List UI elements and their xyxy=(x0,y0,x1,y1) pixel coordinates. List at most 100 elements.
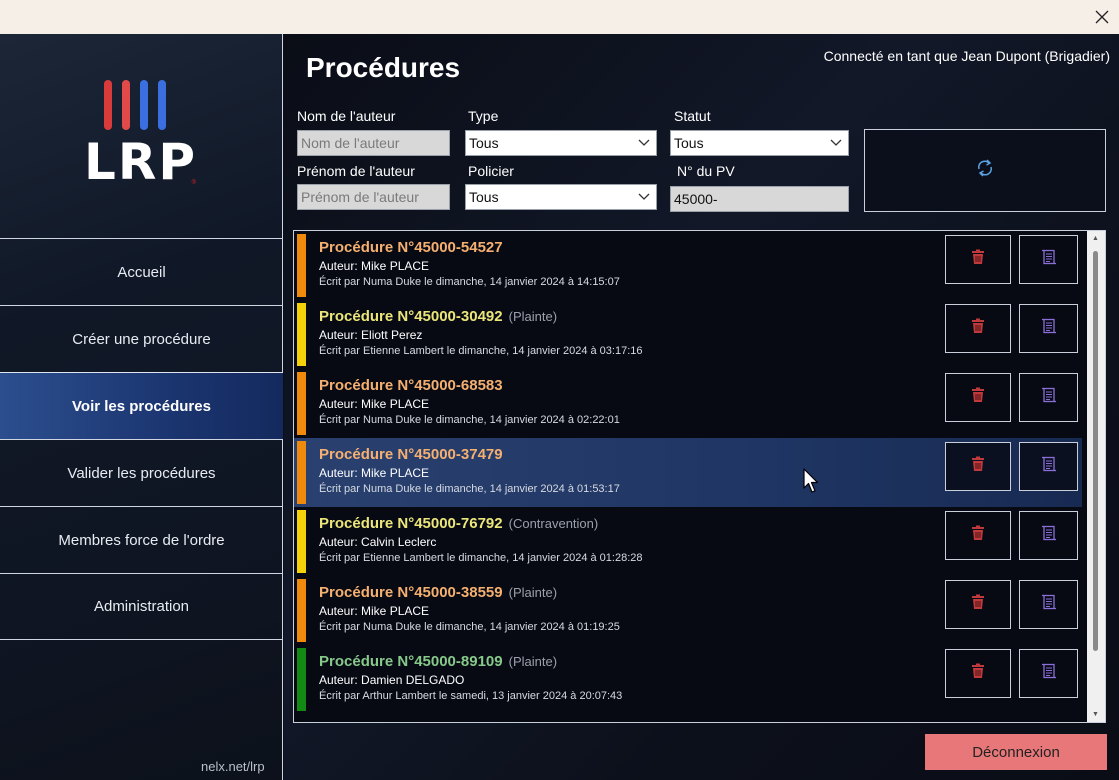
status-color-bar xyxy=(297,372,306,435)
policier-label: Policier xyxy=(468,163,514,179)
footer-link[interactable]: nelx.net/lrp xyxy=(201,759,265,774)
delete-procedure-button[interactable] xyxy=(945,373,1011,422)
trash-icon xyxy=(971,249,985,270)
scrollbar-thumb[interactable] xyxy=(1093,251,1098,651)
document-icon xyxy=(1041,525,1057,546)
author-firstname-label: Prénom de l'auteur xyxy=(297,163,415,179)
procedure-row[interactable]: Procédure N°45000-68583 Auteur: Mike PLAC… xyxy=(294,369,1082,438)
chevron-down-icon xyxy=(830,135,842,152)
status-color-bar xyxy=(297,234,306,297)
trash-icon xyxy=(971,525,985,546)
document-icon xyxy=(1041,249,1057,270)
sidebar-item-label: Valider les procédures xyxy=(67,464,216,482)
procedure-row[interactable]: Procédure N°45000-89109 (Plainte) Auteur: … xyxy=(294,645,1082,714)
sidebar-item-2[interactable]: Voir les procédures xyxy=(0,372,283,439)
sidebar-item-label: Accueil xyxy=(117,263,166,281)
trash-icon xyxy=(971,594,985,615)
sidebar-item-5[interactable]: Administration xyxy=(0,573,283,640)
procedure-written-by: Écrit par Numa Duke le dimanche, 14 janv… xyxy=(319,276,620,288)
procedure-written-by: Écrit par Numa Duke le dimanche, 14 janv… xyxy=(319,483,620,495)
policier-select-value: Tous xyxy=(469,189,499,205)
close-icon[interactable] xyxy=(1085,0,1119,34)
scroll-down-icon[interactable]: ▼ xyxy=(1092,711,1099,718)
logo-bar xyxy=(158,80,166,130)
window-titlebar xyxy=(0,0,1119,34)
procedure-row[interactable]: Procédure N°45000-37479 Auteur: Mike PLAC… xyxy=(294,438,1082,507)
view-procedure-button[interactable] xyxy=(1019,304,1078,353)
lrp-logo: LRP ® xyxy=(84,80,200,190)
procedure-title: Procédure N°45000-76792 (Contravention) xyxy=(319,515,598,532)
procedure-number: Procédure N°45000-37479 xyxy=(319,446,503,463)
mouse-cursor-icon xyxy=(803,468,819,499)
procedure-number: Procédure N°45000-89109 xyxy=(319,653,503,670)
sidebar-item-label: Membres force de l'ordre xyxy=(58,531,225,549)
sidebar-item-1[interactable]: Créer une procédure xyxy=(0,305,283,372)
procedure-number: Procédure N°45000-38559 xyxy=(319,584,503,601)
status-color-bar xyxy=(297,648,306,711)
status-color-bar xyxy=(297,510,306,573)
procedure-author: Auteur: Damien DELGADO xyxy=(319,673,465,687)
delete-procedure-button[interactable] xyxy=(945,235,1011,284)
page-title: Procédures xyxy=(306,52,461,83)
logo-text: LRP xyxy=(84,133,198,191)
procedure-type: (Plainte) xyxy=(508,585,558,600)
delete-procedure-button[interactable] xyxy=(945,649,1011,698)
view-procedure-button[interactable] xyxy=(1019,235,1078,284)
procedure-type: (Plainte) xyxy=(508,654,558,669)
delete-procedure-button[interactable] xyxy=(945,442,1011,491)
sidebar-item-4[interactable]: Membres force de l'ordre xyxy=(0,506,283,573)
logo-bars xyxy=(104,80,200,130)
procedure-written-by: Écrit par Etienne Lambert le dimanche, 1… xyxy=(319,552,643,564)
procedure-number: Procédure N°45000-76792 xyxy=(319,515,503,532)
procedure-number: Procédure N°45000-68583 xyxy=(319,377,503,394)
view-procedure-button[interactable] xyxy=(1019,442,1078,491)
delete-procedure-button[interactable] xyxy=(945,580,1011,629)
type-label: Type xyxy=(468,108,499,124)
procedure-written-by: Écrit par Numa Duke le dimanche, 14 janv… xyxy=(319,621,620,633)
author-firstname-input[interactable] xyxy=(297,184,450,210)
procedure-written-by: Écrit par Arthur Lambert le samedi, 13 j… xyxy=(319,690,623,702)
procedure-author: Auteur: Eliott Perez xyxy=(319,328,423,342)
chevron-down-icon xyxy=(638,135,650,152)
policier-select[interactable]: Tous xyxy=(465,184,657,210)
trash-icon xyxy=(971,387,985,408)
view-procedure-button[interactable] xyxy=(1019,649,1078,698)
sidebar-item-0[interactable]: Accueil xyxy=(0,238,283,305)
sidebar-item-3[interactable]: Valider les procédures xyxy=(0,439,283,506)
list-scrollbar[interactable]: ▲ ▼ xyxy=(1087,231,1105,722)
author-name-input[interactable] xyxy=(297,130,450,156)
statut-label: Statut xyxy=(674,108,711,124)
view-procedure-button[interactable] xyxy=(1019,511,1078,560)
chevron-down-icon xyxy=(638,189,650,206)
type-select[interactable]: Tous xyxy=(465,130,657,156)
statut-select-value: Tous xyxy=(674,135,704,151)
document-icon xyxy=(1041,456,1057,477)
procedure-row[interactable]: Procédure N°45000-38559 (Plainte) Auteur: … xyxy=(294,576,1082,645)
sidebar: LRP ® Accueil Créer une procédure Voir les… xyxy=(0,34,283,780)
document-icon xyxy=(1041,387,1057,408)
procedure-author: Auteur: Calvin Leclerc xyxy=(319,535,437,549)
procedure-title: Procédure N°45000-38559 (Plainte) xyxy=(319,584,557,601)
connected-user: Connecté en tant que Jean Dupont (Brigad… xyxy=(823,48,1110,64)
delete-procedure-button[interactable] xyxy=(945,304,1011,353)
logo-bar xyxy=(104,80,112,130)
procedure-row[interactable]: Procédure N°45000-54527 Auteur: Mike PLAC… xyxy=(294,231,1082,300)
procedure-author: Auteur: Mike PLACE xyxy=(319,466,430,480)
pv-number-input[interactable] xyxy=(670,186,849,212)
procedure-row[interactable]: Procédure N°45000-30492 (Plainte) Auteur: … xyxy=(294,300,1082,369)
procedure-written-by: Écrit par Numa Duke le dimanche, 14 janv… xyxy=(319,414,620,426)
statut-select[interactable]: Tous xyxy=(670,130,849,156)
procedures-list[interactable]: ▲ ▼ Procédure N°45000-54527 Auteur: Mike … xyxy=(293,230,1106,723)
sidebar-item-label: Administration xyxy=(93,598,190,615)
view-procedure-button[interactable] xyxy=(1019,580,1078,629)
delete-procedure-button[interactable] xyxy=(945,511,1011,560)
logo-bar xyxy=(140,80,148,130)
procedure-author: Auteur: Mike PLACE xyxy=(319,397,430,411)
refresh-button[interactable] xyxy=(864,129,1106,212)
procedure-row[interactable]: Procédure N°45000-76792 (Contravention) Au… xyxy=(294,507,1082,576)
registered-mark-icon: ® xyxy=(191,180,196,186)
logout-button[interactable]: Déconnexion xyxy=(925,734,1107,770)
status-color-bar xyxy=(297,579,306,642)
view-procedure-button[interactable] xyxy=(1019,373,1078,422)
scroll-up-icon[interactable]: ▲ xyxy=(1092,235,1099,242)
